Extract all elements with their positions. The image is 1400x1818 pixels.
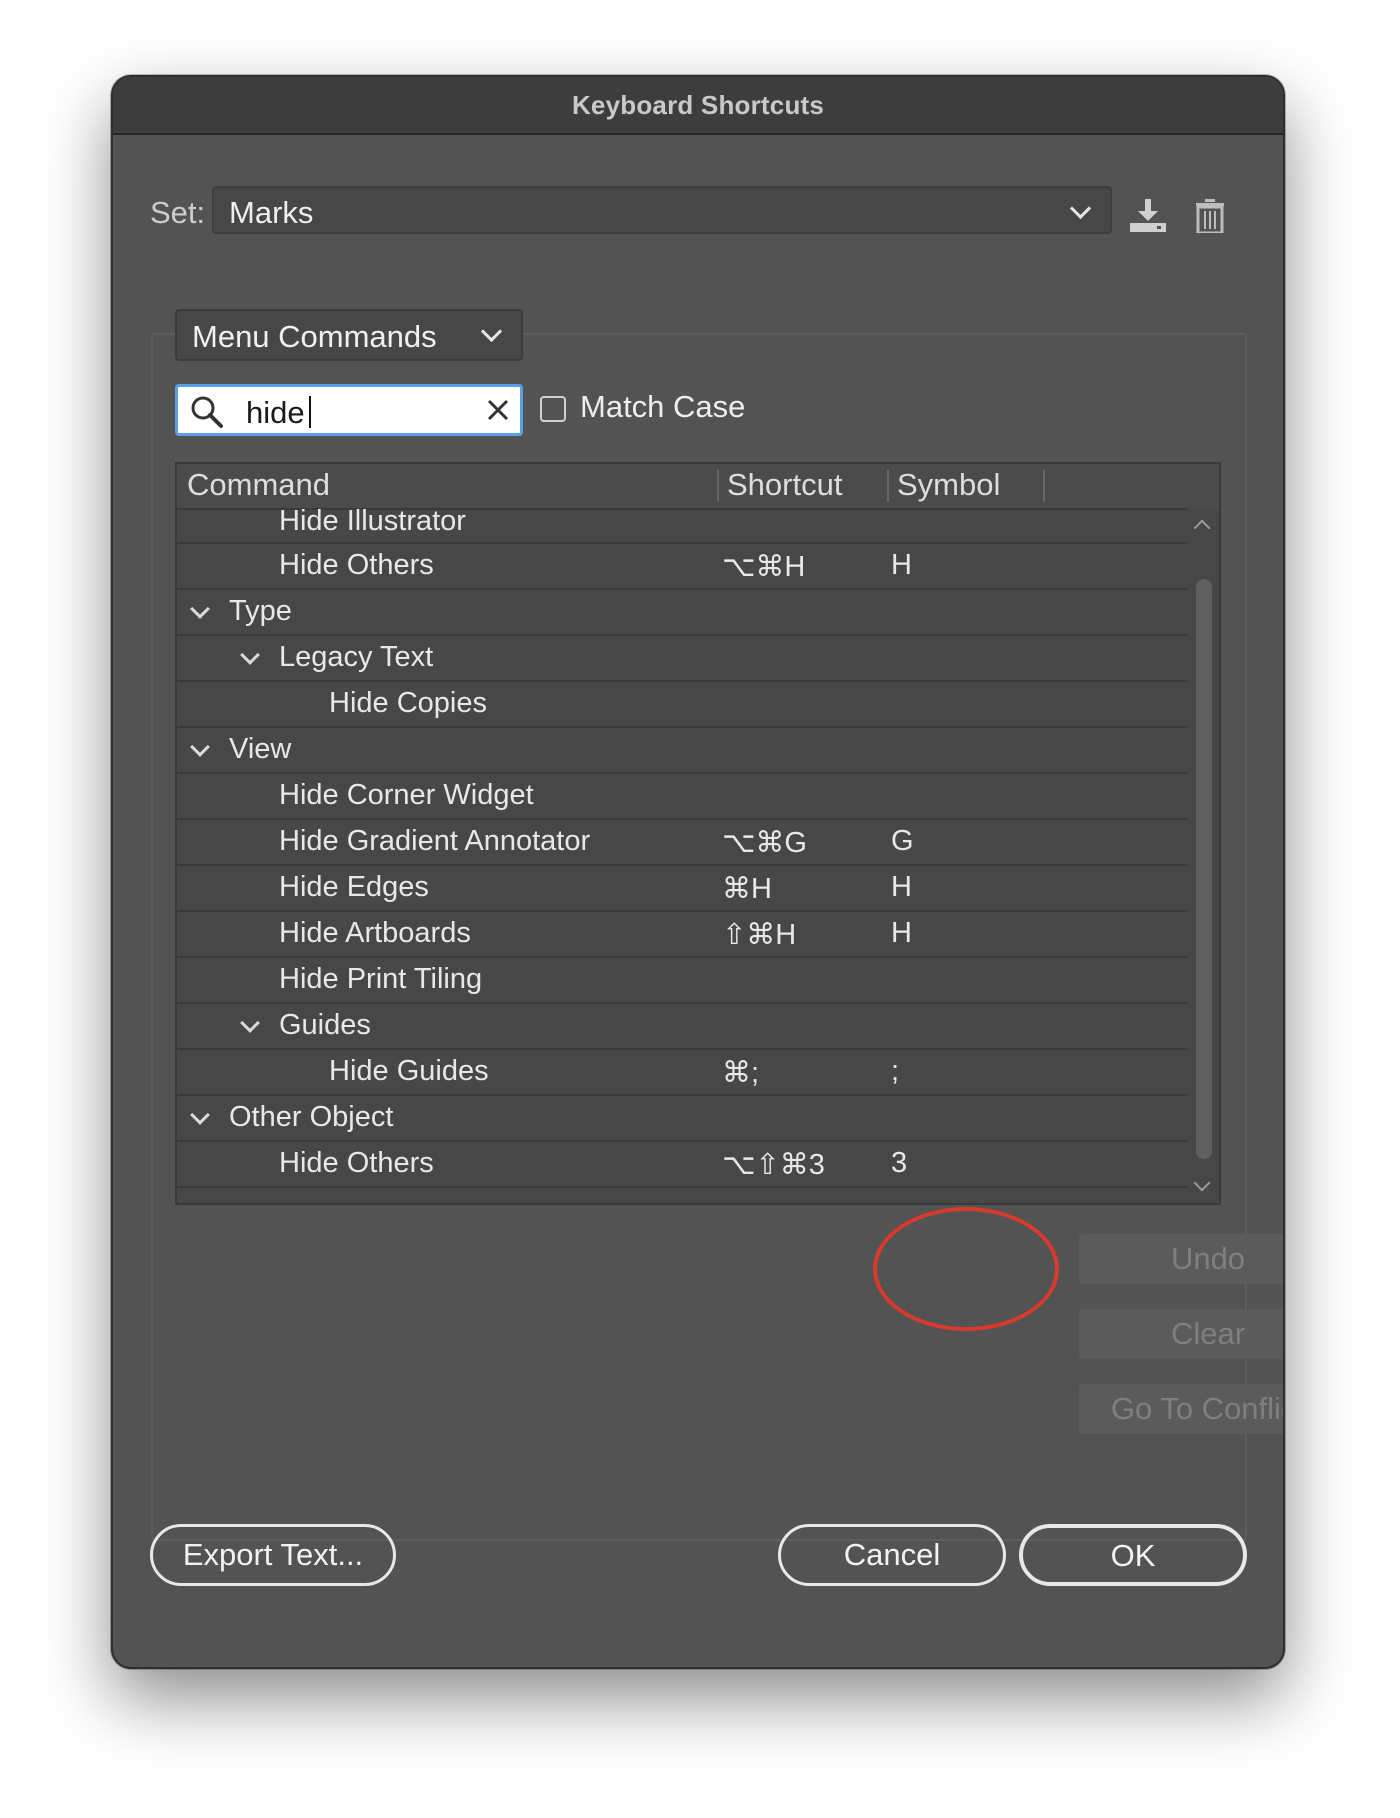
row-label: Guides	[279, 1009, 371, 1041]
row-label: Hide Guides	[329, 1055, 489, 1087]
row-label: Hide Illustrator	[279, 505, 466, 537]
chevron-down-icon	[1069, 197, 1092, 220]
undo-button[interactable]: Undo	[1079, 1234, 1283, 1284]
table-row[interactable]: Guides	[177, 1004, 1191, 1050]
table-row[interactable]: Hide Print Tiling	[177, 958, 1191, 1004]
match-case-label[interactable]: Match Case	[580, 389, 745, 425]
row-label: Type	[229, 595, 292, 627]
chevron-down-icon[interactable]	[240, 645, 260, 665]
table-row[interactable]: Hide Others ⌥⇧⌘3 3	[177, 1142, 1191, 1188]
chevron-up-icon[interactable]	[1193, 519, 1211, 537]
trash-icon[interactable]	[1195, 199, 1225, 233]
table-row[interactable]: Type	[177, 590, 1191, 636]
chevron-down-icon[interactable]	[190, 599, 210, 619]
row-shortcut[interactable]: ⌥⌘H	[722, 549, 805, 584]
table-header: Command Shortcut Symbol	[177, 464, 1219, 510]
row-label: Hide Edges	[279, 871, 429, 903]
search-icon	[190, 395, 224, 434]
search-input[interactable]: hide	[175, 384, 523, 436]
set-label: Set:	[150, 195, 206, 230]
go-to-conflict-button[interactable]: Go To Conflict	[1079, 1384, 1283, 1434]
row-label: Hide Print Tiling	[279, 963, 483, 995]
table-row[interactable]: Hide Copies	[177, 682, 1191, 728]
command-type-dropdown[interactable]: Menu Commands	[175, 309, 523, 361]
window-title: Keyboard Shortcuts	[571, 89, 825, 120]
match-case-checkbox[interactable]	[540, 396, 566, 422]
table-row[interactable]: Legacy Text	[177, 636, 1191, 682]
chevron-down-icon	[480, 320, 503, 343]
set-value: Marks	[229, 195, 314, 230]
table-body: Hide Illustrator Hide Others ⌥⌘H H Type …	[177, 505, 1191, 1188]
chevron-down-icon[interactable]	[190, 1105, 210, 1125]
table-row[interactable]: Hide Illustrator	[177, 505, 1191, 544]
row-label: View	[229, 733, 292, 765]
row-label: Other Object	[229, 1101, 394, 1133]
keyboard-shortcuts-dialog: Keyboard Shortcuts Set: Marks Menu Comma…	[111, 75, 1285, 1669]
export-text-button[interactable]: Export Text...	[150, 1524, 396, 1586]
row-symbol: ;	[891, 1055, 900, 1087]
ok-button[interactable]: OK	[1019, 1524, 1247, 1586]
row-label: Legacy Text	[279, 641, 434, 673]
column-divider[interactable]	[887, 470, 889, 502]
set-dropdown[interactable]: Marks	[212, 186, 1112, 234]
cancel-button[interactable]: Cancel	[778, 1524, 1006, 1586]
row-shortcut[interactable]: ⌥⌘G	[722, 825, 807, 860]
row-symbol: H	[891, 871, 912, 903]
chevron-down-icon[interactable]	[1193, 1174, 1211, 1192]
chevron-down-icon[interactable]	[190, 737, 210, 757]
close-icon[interactable]	[484, 396, 512, 429]
column-command[interactable]: Command	[187, 467, 330, 503]
row-label: Hide Others	[279, 1147, 434, 1179]
table-scrollbar[interactable]	[1187, 508, 1219, 1203]
row-symbol: H	[891, 917, 912, 949]
table-row[interactable]: View	[177, 728, 1191, 774]
table-row[interactable]: Hide Artboards ⇧⌘H H	[177, 912, 1191, 958]
row-label: Hide Gradient Annotator	[279, 825, 591, 857]
row-label: Hide Artboards	[279, 917, 471, 949]
table-row[interactable]: Hide Guides ⌘; ;	[177, 1050, 1191, 1096]
annotation-circle	[873, 1207, 1059, 1331]
table-row[interactable]: Hide Gradient Annotator ⌥⌘G G	[177, 820, 1191, 866]
title-bar[interactable]: Keyboard Shortcuts	[113, 77, 1283, 135]
scroll-thumb[interactable]	[1196, 579, 1212, 1159]
text-caret	[309, 396, 311, 428]
table-row[interactable]: Other Object	[177, 1096, 1191, 1142]
shortcuts-table: Command Shortcut Symbol Hide Illustrator…	[175, 462, 1221, 1205]
command-type-value: Menu Commands	[192, 319, 437, 354]
search-value: hide	[246, 395, 305, 430]
table-row[interactable]: Hide Corner Widget	[177, 774, 1191, 820]
chevron-down-icon[interactable]	[240, 1013, 260, 1033]
row-symbol: H	[891, 549, 912, 581]
row-shortcut[interactable]: ⌘H	[722, 871, 772, 906]
row-shortcut[interactable]: ⌥⇧⌘3	[722, 1147, 825, 1182]
row-shortcut[interactable]: ⌘;	[722, 1055, 759, 1090]
column-divider[interactable]	[1043, 470, 1045, 502]
clear-button[interactable]: Clear	[1079, 1309, 1283, 1359]
column-shortcut[interactable]: Shortcut	[727, 467, 842, 503]
column-symbol[interactable]: Symbol	[897, 467, 1000, 503]
table-row[interactable]: Hide Edges ⌘H H	[177, 866, 1191, 912]
row-shortcut[interactable]: ⇧⌘H	[722, 917, 796, 952]
row-symbol: 3	[891, 1147, 908, 1179]
row-symbol: G	[891, 825, 914, 857]
save-set-icon[interactable]	[1128, 199, 1168, 233]
row-label: Hide Others	[279, 549, 434, 581]
row-label: Hide Copies	[329, 687, 487, 719]
row-label: Hide Corner Widget	[279, 779, 534, 811]
table-row[interactable]: Hide Others ⌥⌘H H	[177, 544, 1191, 590]
column-divider[interactable]	[717, 470, 719, 502]
